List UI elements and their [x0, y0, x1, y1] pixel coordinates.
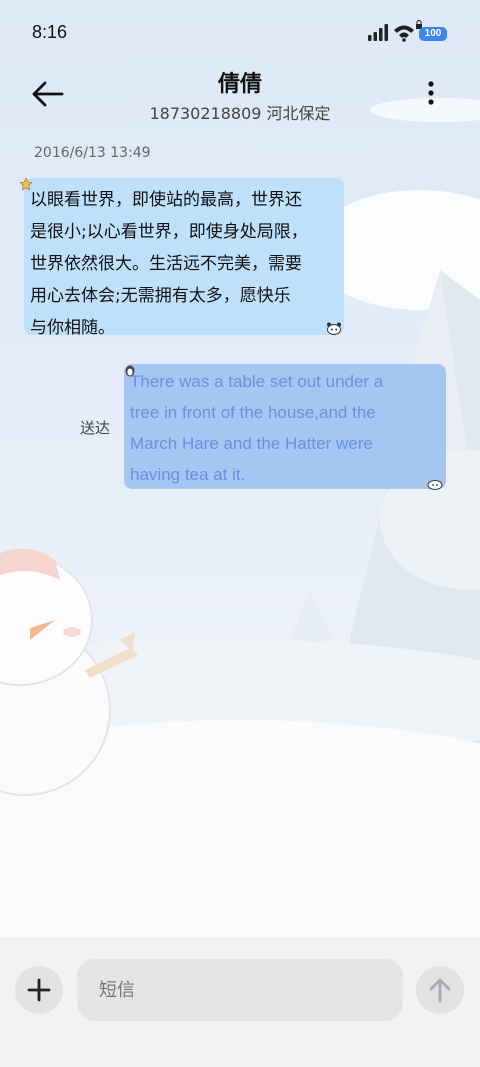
contact-name: 倩倩 — [217, 72, 262, 97]
outgoing-message-bubble[interactable]: There was a table set out under a tree i… — [124, 364, 446, 489]
message-line: 与你相随。 — [30, 318, 115, 338]
add-attachment-button[interactable] — [15, 966, 63, 1014]
wifi-icon — [394, 25, 414, 42]
status-time: 8:16 — [32, 22, 68, 42]
incoming-message-bubble[interactable]: 以眼看世界，即使站的最高，世界还 是很小;以心看世界，即使身处局限， 世界依然很… — [24, 178, 344, 338]
signal-bars-icon — [368, 24, 388, 41]
penguin-sticker-icon — [125, 365, 135, 377]
status-bar: 8:16 100 — [0, 0, 480, 68]
message-line: March Hare and the Hatter were — [130, 434, 373, 453]
message-line: having tea at it. — [130, 465, 246, 484]
message-input[interactable] — [77, 959, 403, 1021]
plus-icon — [27, 978, 51, 1002]
more-vertical-icon — [428, 81, 434, 105]
message-line: There was a table set out under a — [130, 372, 384, 391]
message-line: 世界依然很大。生活远不完美，需要 — [30, 254, 302, 274]
more-options-button[interactable] — [418, 78, 444, 110]
panda-sticker-icon — [327, 322, 341, 335]
compose-bar — [0, 937, 480, 1067]
messaging-screen: 8:16 100 倩倩 18730218809 河北保定 2016/6/13 1… — [0, 0, 480, 1067]
message-line: 用心去体会;无需拥有太多，愿快乐 — [30, 286, 291, 306]
message-line: 以眼看世界，即使站的最高，世界还 — [30, 190, 302, 210]
delivery-status: 送达 — [80, 419, 111, 437]
cloud-sticker-icon — [427, 480, 443, 490]
battery-indicator: 100 — [419, 27, 447, 41]
contact-detail: 18730218809 河北保定 — [149, 104, 331, 123]
arrow-up-icon — [429, 978, 451, 1003]
message-timestamp: 2016/6/13 13:49 — [34, 145, 151, 161]
message-line: tree in front of the house,and the — [130, 403, 376, 422]
send-button[interactable] — [416, 966, 464, 1014]
star-sticker-icon — [20, 178, 32, 190]
message-line: 是很小;以心看世界，即使身处局限， — [30, 222, 308, 242]
